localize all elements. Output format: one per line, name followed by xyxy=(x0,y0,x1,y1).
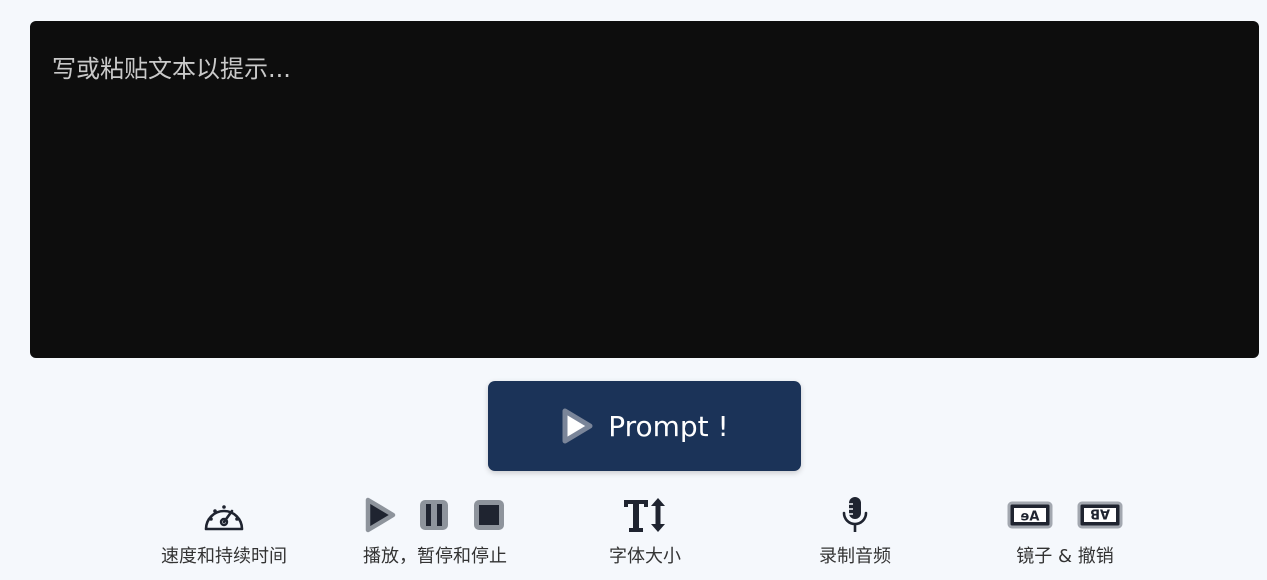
speed-duration-tool[interactable]: 速度和持续时间 xyxy=(150,494,298,568)
stop-icon[interactable] xyxy=(472,498,506,532)
play-icon[interactable] xyxy=(364,497,396,533)
play-icon xyxy=(562,408,593,444)
playback-label: 播放，暂停和停止 xyxy=(363,546,507,567)
mirror-flip-icon[interactable]: AB xyxy=(1077,501,1123,529)
speed-duration-label: 速度和持续时间 xyxy=(161,546,287,567)
playback-tool[interactable]: 播放，暂停和停止 xyxy=(350,494,520,568)
mirror-undo-tool[interactable]: ɘA AB 镜子 & 撤销 xyxy=(1000,494,1130,568)
font-size-label: 字体大小 xyxy=(609,546,681,567)
svg-text:AB: AB xyxy=(1090,506,1110,521)
svg-text:ɘA: ɘA xyxy=(1021,510,1040,525)
mirror-icon[interactable]: ɘA xyxy=(1007,501,1053,529)
record-audio-label: 录制音频 xyxy=(819,546,891,567)
prompt-text-input[interactable] xyxy=(30,21,1259,358)
speedometer-icon xyxy=(204,505,244,531)
microphone-icon xyxy=(842,497,868,532)
prompt-button-label: Prompt ! xyxy=(608,409,729,443)
text-size-icon xyxy=(624,498,665,532)
pause-icon[interactable] xyxy=(418,498,450,532)
mirror-undo-label: 镜子 & 撤销 xyxy=(1016,546,1114,567)
record-audio-tool[interactable]: 录制音频 xyxy=(800,494,910,568)
font-size-tool[interactable]: 字体大小 xyxy=(590,494,700,568)
prompt-button[interactable]: Prompt ! xyxy=(488,381,801,471)
